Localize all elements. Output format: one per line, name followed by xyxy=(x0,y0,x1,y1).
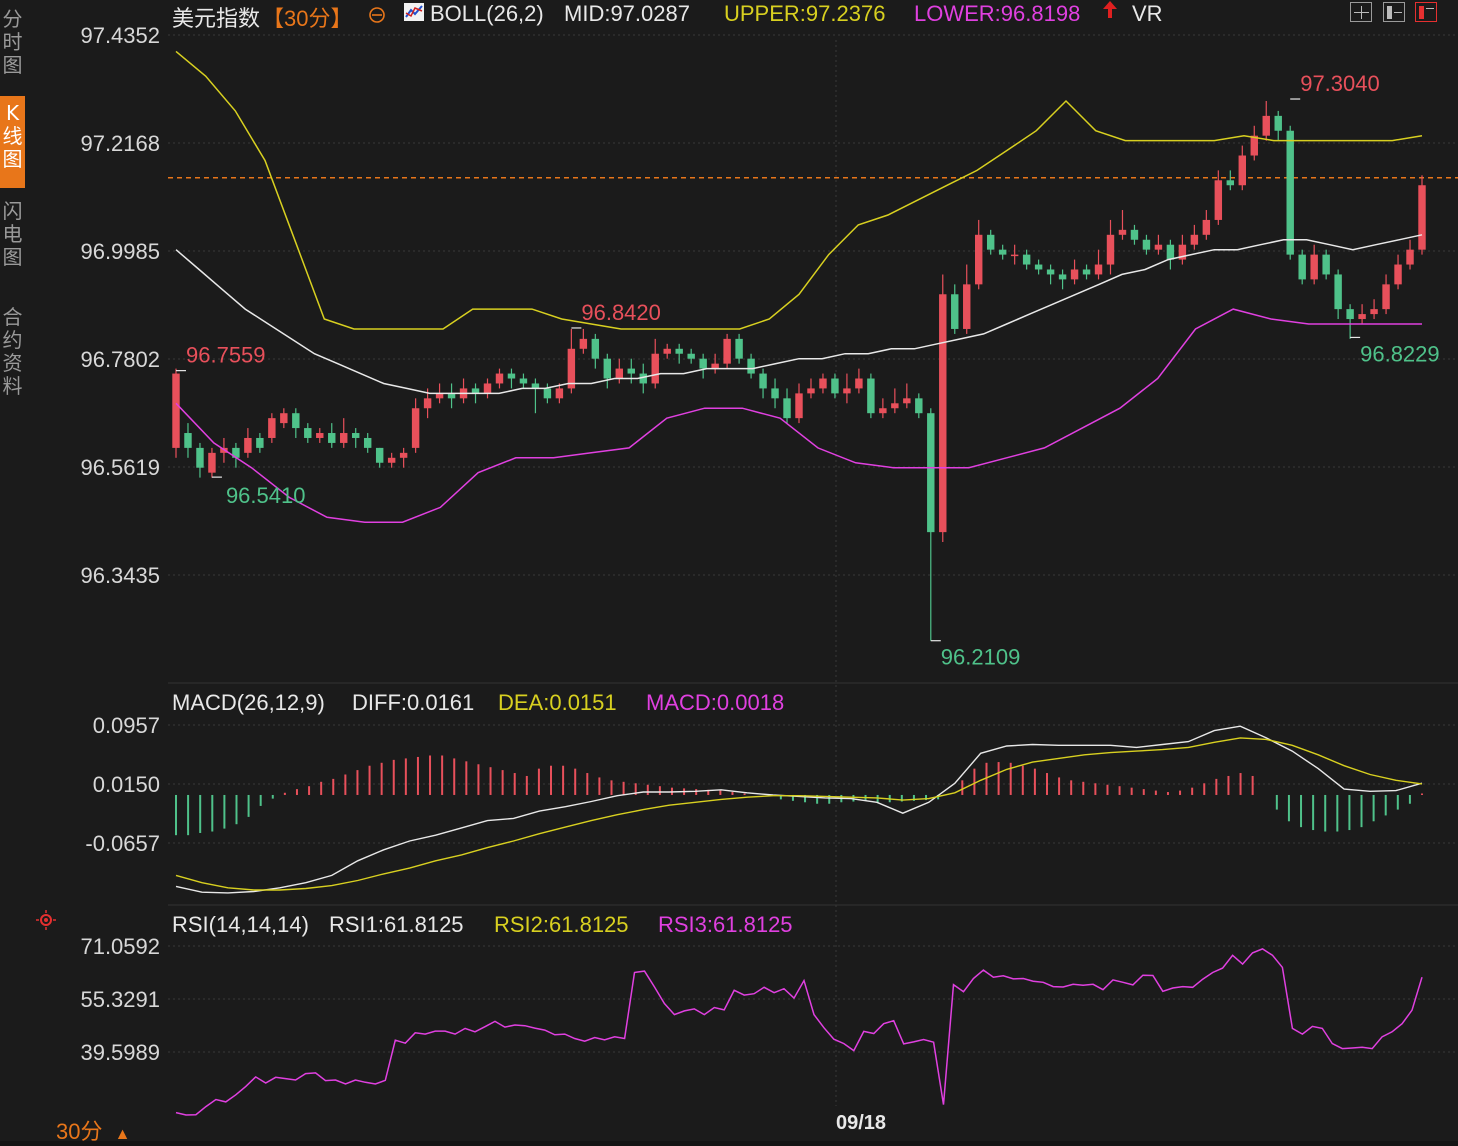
sidebar: 分时图 K线图 闪电图 合约资料 xyxy=(0,0,25,1141)
macd-tick-1: 0.0957 xyxy=(92,713,160,738)
boll-lower-value: LOWER:96.8198 xyxy=(914,1,1081,26)
period-tag[interactable]: 【30分】 xyxy=(262,1,352,33)
settings-icon[interactable] xyxy=(36,910,56,936)
chart-area[interactable] xyxy=(25,0,1458,1141)
boll-mid-value: MID:97.0287 xyxy=(564,1,690,26)
price-tick-2: 97.2168 xyxy=(80,131,160,156)
macd-tick-3: -0.0657 xyxy=(85,831,160,856)
symbol-title: 美元指数 xyxy=(172,6,261,31)
tab-kline-label: K线图 xyxy=(2,101,23,171)
macd-dea-value: DEA:0.0151 xyxy=(498,690,617,715)
price-tick-3: 96.9985 xyxy=(80,239,160,264)
x-axis-date: 09/18 xyxy=(836,1112,887,1134)
price-tick-5: 96.5619 xyxy=(80,455,160,480)
rsi-tick-3: 39.5989 xyxy=(80,1040,160,1065)
vr-label[interactable]: VR xyxy=(1132,1,1163,27)
tab-contract-info[interactable]: 合约资料 xyxy=(0,306,25,418)
rsi3-value: RSI3:61.8125 xyxy=(658,912,793,937)
macd-macd-value: MACD:0.0018 xyxy=(646,690,785,715)
price-tick-1: 97.4352 xyxy=(80,23,160,48)
tab-timeshare-label: 分时图 xyxy=(2,7,23,77)
period-selector-label: 30分 xyxy=(56,1119,103,1144)
rsi-name: RSI(14,14,14) xyxy=(172,912,309,937)
tab-contract-info-label: 合约资料 xyxy=(2,305,23,398)
price-tick-4: 96.7802 xyxy=(80,347,160,372)
tab-kline[interactable]: K线图 xyxy=(0,96,25,188)
grid-view-icon[interactable] xyxy=(1350,2,1372,22)
macd-diff-value: DIFF:0.0161 xyxy=(352,690,475,715)
tab-timeshare[interactable]: 分时图 xyxy=(0,8,25,86)
rsi1-value: RSI1:61.8125 xyxy=(329,912,464,937)
rsi-tick-1: 71.0592 xyxy=(80,934,160,959)
layout-view-icon[interactable] xyxy=(1415,2,1437,22)
boll-upper-value: UPPER:97.2376 xyxy=(724,1,886,26)
tab-flash-label: 闪电图 xyxy=(2,199,23,269)
plus-circle-icon[interactable] xyxy=(368,4,386,30)
period-arrow-icon: ▲ xyxy=(114,1126,131,1143)
rsi-tick-2: 55.3291 xyxy=(80,987,160,1012)
split-view-icon[interactable] xyxy=(1383,2,1405,22)
tab-flash[interactable]: 闪电图 xyxy=(0,200,25,286)
boll-indicator-name: BOLL(26,2) xyxy=(430,1,544,26)
chart-icon[interactable] xyxy=(403,2,425,28)
period-selector[interactable]: 30分 ▲ xyxy=(56,1114,130,1146)
rsi2-value: RSI2:61.8125 xyxy=(494,912,629,937)
macd-tick-2: 0.0150 xyxy=(92,772,160,797)
price-tick-6: 96.3435 xyxy=(80,563,160,588)
macd-name: MACD(26,12,9) xyxy=(172,690,325,715)
up-arrow-icon xyxy=(1100,0,1120,26)
